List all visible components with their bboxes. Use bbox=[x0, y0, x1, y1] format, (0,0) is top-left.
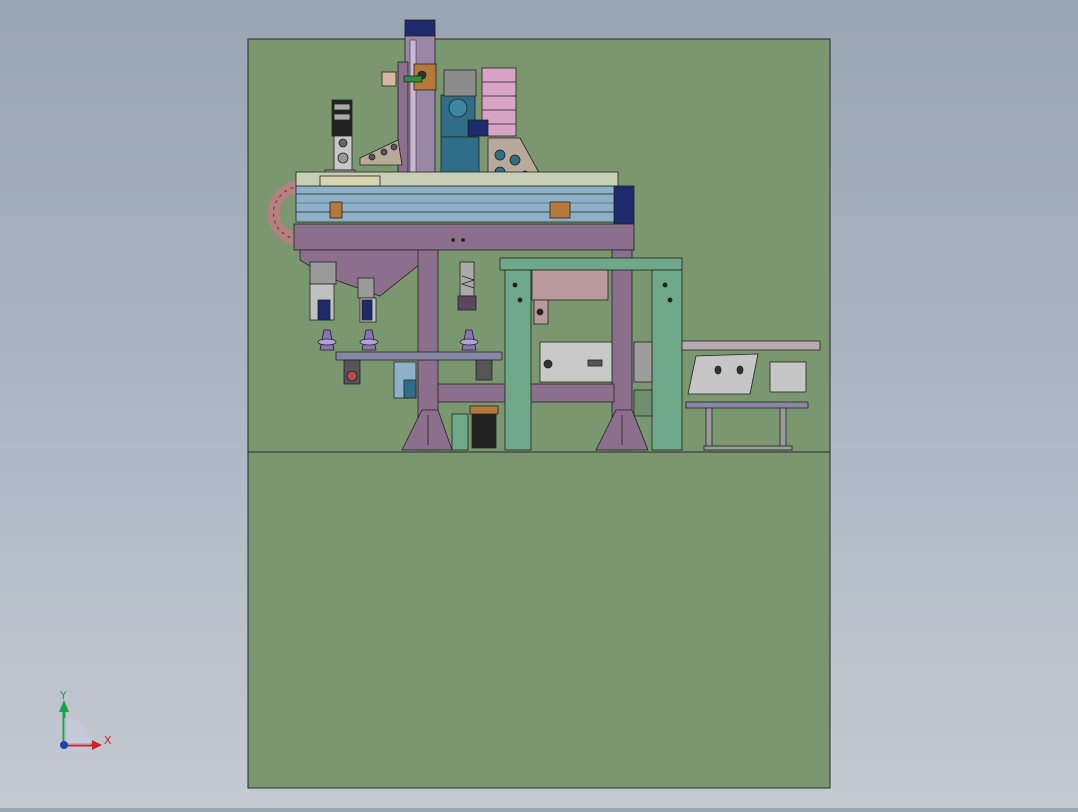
x-axis-end-cap bbox=[613, 185, 635, 225]
z-axis-cap bbox=[404, 19, 436, 37]
conveyor-belt-rail bbox=[681, 340, 821, 351]
axis-triad[interactable]: Y X bbox=[59, 689, 112, 750]
sheet-lower-panel bbox=[247, 451, 831, 789]
z-axis-dot bbox=[60, 741, 68, 749]
cad-drawing[interactable]: Y X bbox=[0, 0, 1078, 808]
work-plate bbox=[335, 351, 503, 361]
z-axis-column bbox=[404, 31, 436, 193]
conveyor-frame-top bbox=[499, 257, 683, 271]
y-axis-label: Y bbox=[59, 689, 67, 702]
cad-viewport[interactable]: Y X bbox=[0, 0, 1078, 808]
main-cross-beam bbox=[293, 223, 635, 251]
feeder-tray bbox=[687, 353, 759, 395]
x-axis-label: X bbox=[104, 734, 112, 747]
